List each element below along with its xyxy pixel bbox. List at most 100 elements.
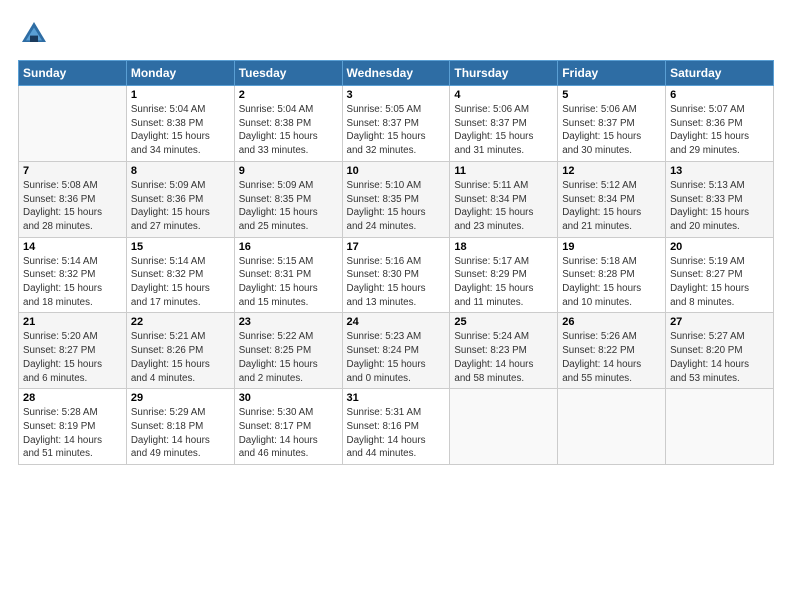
calendar-cell: 22 Sunrise: 5:21 AM Sunset: 8:26 PM Dayli… [126, 313, 234, 389]
col-header-tuesday: Tuesday [234, 61, 342, 86]
calendar-cell [450, 389, 558, 465]
day-info: Sunrise: 5:06 AM Sunset: 8:37 PM Dayligh… [454, 103, 553, 158]
week-row-3: 14Sunrise: 5:14 AM Sunset: 8:32 PM Dayli… [19, 237, 774, 313]
day-info: Sunrise: 5:20 AM Sunset: 8:27 PM Dayligh… [23, 330, 122, 385]
day-info: Sunrise: 5:09 AM Sunset: 8:36 PM Dayligh… [131, 179, 230, 234]
day-info: Sunrise: 5:06 AM Sunset: 8:37 PM Dayligh… [562, 103, 661, 158]
calendar-cell: 12 Sunrise: 5:12 AM Sunset: 8:34 PM Dayli… [558, 161, 666, 237]
day-number: 8 [131, 165, 230, 177]
day-number: 25 [454, 316, 553, 328]
day-number: 12 [562, 165, 661, 177]
calendar-cell: 28 Sunrise: 5:28 AM Sunset: 8:19 PM Dayli… [19, 389, 127, 465]
calendar-cell: 17 Sunrise: 5:16 AM Sunset: 8:30 PM Dayli… [342, 237, 450, 313]
day-info: Sunrise: 5:16 AM Sunset: 8:30 PM Dayligh… [347, 255, 446, 310]
day-info: Sunrise: 5:30 AM Sunset: 8:17 PM Dayligh… [239, 406, 338, 461]
day-number: 7 [23, 165, 122, 177]
day-info: Sunrise: 5:10 AM Sunset: 8:35 PM Dayligh… [347, 179, 446, 234]
col-header-sunday: Sunday [19, 61, 127, 86]
day-number: 11 [454, 165, 553, 177]
calendar-cell: 11 Sunrise: 5:11 AM Sunset: 8:34 PM Dayli… [450, 161, 558, 237]
week-row-4: 21 Sunrise: 5:20 AM Sunset: 8:27 PM Dayli… [19, 313, 774, 389]
calendar-cell: 19 Sunrise: 5:18 AM Sunset: 8:28 PM Dayli… [558, 237, 666, 313]
calendar-cell: 3Sunrise: 5:05 AM Sunset: 8:37 PM Daylig… [342, 86, 450, 162]
day-info: Sunrise: 5:17 AM Sunset: 8:29 PM Dayligh… [454, 255, 553, 310]
day-number: 23 [239, 316, 338, 328]
day-info: Sunrise: 5:19 AM Sunset: 8:27 PM Dayligh… [670, 255, 769, 310]
day-info: Sunrise: 5:09 AM Sunset: 8:35 PM Dayligh… [239, 179, 338, 234]
calendar-table: SundayMondayTuesdayWednesdayThursdayFrid… [18, 60, 774, 465]
day-number: 2 [239, 89, 338, 101]
day-number: 24 [347, 316, 446, 328]
week-row-2: 7Sunrise: 5:08 AM Sunset: 8:36 PM Daylig… [19, 161, 774, 237]
day-number: 22 [131, 316, 230, 328]
day-number: 16 [239, 241, 338, 253]
day-number: 9 [239, 165, 338, 177]
calendar-cell: 4 Sunrise: 5:06 AM Sunset: 8:37 PM Daylig… [450, 86, 558, 162]
col-header-monday: Monday [126, 61, 234, 86]
logo-icon [18, 18, 50, 50]
calendar-cell [666, 389, 774, 465]
day-number: 13 [670, 165, 769, 177]
day-number: 30 [239, 392, 338, 404]
calendar-cell: 9 Sunrise: 5:09 AM Sunset: 8:35 PM Daylig… [234, 161, 342, 237]
calendar-cell: 26Sunrise: 5:26 AM Sunset: 8:22 PM Dayli… [558, 313, 666, 389]
week-row-1: 1 Sunrise: 5:04 AM Sunset: 8:38 PM Daylig… [19, 86, 774, 162]
day-info: Sunrise: 5:27 AM Sunset: 8:20 PM Dayligh… [670, 330, 769, 385]
day-info: Sunrise: 5:15 AM Sunset: 8:31 PM Dayligh… [239, 255, 338, 310]
page: SundayMondayTuesdayWednesdayThursdayFrid… [0, 0, 792, 612]
calendar-cell: 14Sunrise: 5:14 AM Sunset: 8:32 PM Dayli… [19, 237, 127, 313]
calendar-cell: 21 Sunrise: 5:20 AM Sunset: 8:27 PM Dayli… [19, 313, 127, 389]
day-info: Sunrise: 5:14 AM Sunset: 8:32 PM Dayligh… [23, 255, 122, 310]
day-info: Sunrise: 5:28 AM Sunset: 8:19 PM Dayligh… [23, 406, 122, 461]
col-header-friday: Friday [558, 61, 666, 86]
day-number: 27 [670, 316, 769, 328]
day-info: Sunrise: 5:26 AM Sunset: 8:22 PM Dayligh… [562, 330, 661, 385]
day-number: 4 [454, 89, 553, 101]
day-number: 1 [131, 89, 230, 101]
calendar-cell: 30 Sunrise: 5:30 AM Sunset: 8:17 PM Dayli… [234, 389, 342, 465]
calendar-cell: 5 Sunrise: 5:06 AM Sunset: 8:37 PM Daylig… [558, 86, 666, 162]
day-number: 19 [562, 241, 661, 253]
day-number: 21 [23, 316, 122, 328]
day-info: Sunrise: 5:11 AM Sunset: 8:34 PM Dayligh… [454, 179, 553, 234]
day-number: 5 [562, 89, 661, 101]
day-info: Sunrise: 5:21 AM Sunset: 8:26 PM Dayligh… [131, 330, 230, 385]
col-header-wednesday: Wednesday [342, 61, 450, 86]
col-header-thursday: Thursday [450, 61, 558, 86]
calendar-cell: 10 Sunrise: 5:10 AM Sunset: 8:35 PM Dayli… [342, 161, 450, 237]
calendar-cell: 6Sunrise: 5:07 AM Sunset: 8:36 PM Daylig… [666, 86, 774, 162]
calendar-cell: 25 Sunrise: 5:24 AM Sunset: 8:23 PM Dayli… [450, 313, 558, 389]
day-number: 29 [131, 392, 230, 404]
day-info: Sunrise: 5:07 AM Sunset: 8:36 PM Dayligh… [670, 103, 769, 158]
calendar-cell: 31Sunrise: 5:31 AM Sunset: 8:16 PM Dayli… [342, 389, 450, 465]
calendar-cell: 2 Sunrise: 5:04 AM Sunset: 8:38 PM Daylig… [234, 86, 342, 162]
calendar-cell [558, 389, 666, 465]
calendar-cell: 29 Sunrise: 5:29 AM Sunset: 8:18 PM Dayli… [126, 389, 234, 465]
calendar-cell: 16 Sunrise: 5:15 AM Sunset: 8:31 PM Dayli… [234, 237, 342, 313]
calendar-cell: 18 Sunrise: 5:17 AM Sunset: 8:29 PM Dayli… [450, 237, 558, 313]
day-number: 3 [347, 89, 446, 101]
calendar-cell: 20Sunrise: 5:19 AM Sunset: 8:27 PM Dayli… [666, 237, 774, 313]
day-info: Sunrise: 5:22 AM Sunset: 8:25 PM Dayligh… [239, 330, 338, 385]
day-info: Sunrise: 5:04 AM Sunset: 8:38 PM Dayligh… [239, 103, 338, 158]
day-info: Sunrise: 5:23 AM Sunset: 8:24 PM Dayligh… [347, 330, 446, 385]
calendar-cell [19, 86, 127, 162]
day-number: 15 [131, 241, 230, 253]
col-header-saturday: Saturday [666, 61, 774, 86]
day-number: 17 [347, 241, 446, 253]
day-info: Sunrise: 5:24 AM Sunset: 8:23 PM Dayligh… [454, 330, 553, 385]
day-info: Sunrise: 5:04 AM Sunset: 8:38 PM Dayligh… [131, 103, 230, 158]
day-info: Sunrise: 5:14 AM Sunset: 8:32 PM Dayligh… [131, 255, 230, 310]
day-info: Sunrise: 5:31 AM Sunset: 8:16 PM Dayligh… [347, 406, 446, 461]
day-number: 10 [347, 165, 446, 177]
day-number: 28 [23, 392, 122, 404]
calendar-cell: 15 Sunrise: 5:14 AM Sunset: 8:32 PM Dayli… [126, 237, 234, 313]
day-number: 18 [454, 241, 553, 253]
day-info: Sunrise: 5:12 AM Sunset: 8:34 PM Dayligh… [562, 179, 661, 234]
logo [18, 18, 54, 50]
day-info: Sunrise: 5:13 AM Sunset: 8:33 PM Dayligh… [670, 179, 769, 234]
calendar-cell: 24 Sunrise: 5:23 AM Sunset: 8:24 PM Dayli… [342, 313, 450, 389]
day-info: Sunrise: 5:18 AM Sunset: 8:28 PM Dayligh… [562, 255, 661, 310]
calendar-cell: 7Sunrise: 5:08 AM Sunset: 8:36 PM Daylig… [19, 161, 127, 237]
day-info: Sunrise: 5:29 AM Sunset: 8:18 PM Dayligh… [131, 406, 230, 461]
